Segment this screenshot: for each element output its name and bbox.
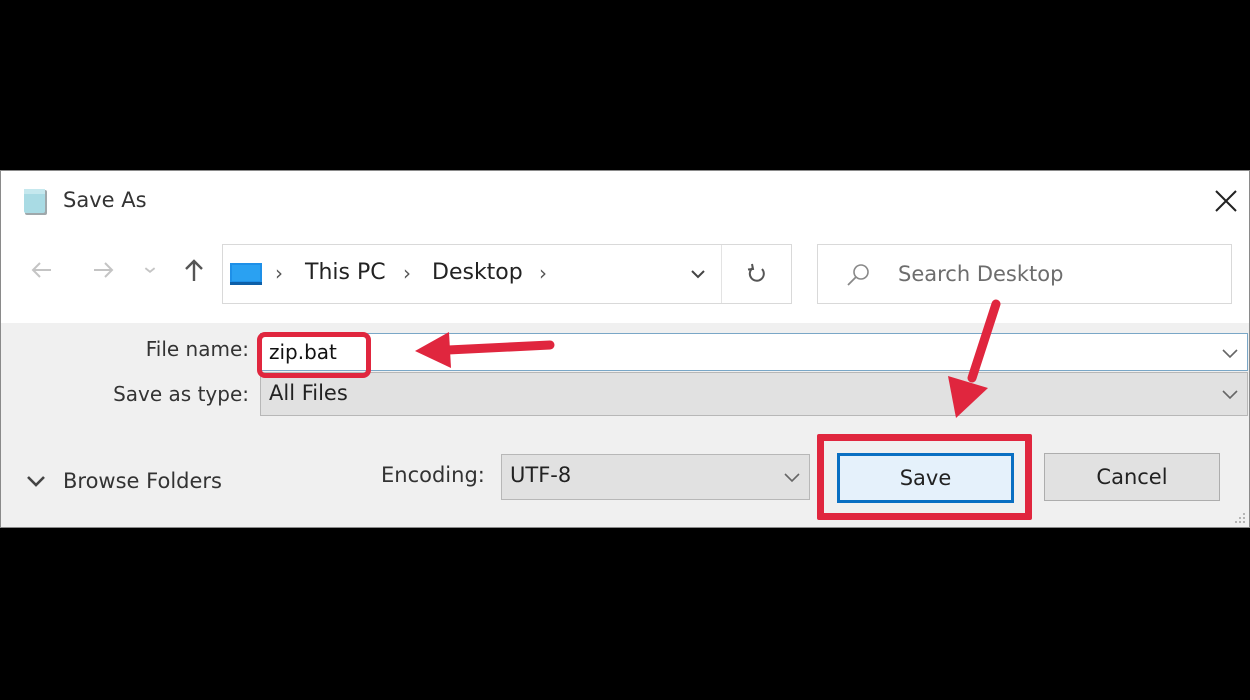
chevron-down-icon <box>784 473 800 483</box>
encoding-select[interactable]: UTF-8 <box>501 454 810 500</box>
encoding-label: Encoding: <box>381 463 485 487</box>
save-as-dialog: Save As › This PC › Desktop › Search Des… <box>0 170 1250 528</box>
close-icon <box>1215 190 1237 212</box>
refresh-icon <box>747 263 765 282</box>
back-button[interactable] <box>27 255 57 285</box>
breadcrumb-separator: › <box>275 261 283 285</box>
address-history-dropdown[interactable] <box>675 245 721 303</box>
save-button[interactable]: Save <box>837 453 1014 503</box>
search-input[interactable] <box>898 257 1218 291</box>
address-bar[interactable]: › This PC › Desktop › <box>222 244 792 304</box>
browse-folders-toggle[interactable]: Browse Folders <box>23 463 222 499</box>
resize-grip-icon[interactable] <box>1233 511 1247 525</box>
dialog-header-area: Save As › This PC › Desktop › Search Des… <box>1 171 1249 323</box>
divider <box>721 245 722 303</box>
this-pc-icon <box>229 262 263 288</box>
chevron-down-icon <box>691 270 705 279</box>
chevron-down-icon[interactable] <box>1219 342 1241 364</box>
save-as-type-value: All Files <box>269 381 348 405</box>
breadcrumb-separator: › <box>403 261 411 285</box>
file-name-label: File name: <box>145 337 249 361</box>
chevron-down-icon <box>144 267 156 274</box>
arrow-up-icon <box>185 259 203 281</box>
refresh-button[interactable] <box>723 245 791 303</box>
recent-locations-button[interactable] <box>138 255 162 285</box>
browse-folders-label: Browse Folders <box>63 469 222 493</box>
chevron-down-icon <box>1222 390 1238 400</box>
search-icon <box>844 261 872 289</box>
cancel-button[interactable]: Cancel <box>1044 453 1220 501</box>
notepad-icon <box>21 187 51 217</box>
file-name-combobox[interactable] <box>260 333 1248 371</box>
save-as-type-select[interactable]: All Files <box>260 372 1248 416</box>
save-as-type-label: Save as type: <box>113 382 249 406</box>
dialog-title: Save As <box>63 188 147 212</box>
breadcrumb-desktop[interactable]: Desktop <box>432 260 523 285</box>
up-button[interactable] <box>179 255 209 285</box>
close-button[interactable] <box>1206 183 1246 219</box>
forward-button[interactable] <box>88 255 118 285</box>
arrow-left-icon <box>31 262 51 278</box>
breadcrumb-separator[interactable]: › <box>539 261 547 285</box>
search-box[interactable] <box>817 244 1232 304</box>
file-name-input[interactable] <box>269 337 1169 367</box>
chevron-down-icon <box>27 476 45 487</box>
breadcrumb-this-pc[interactable]: This PC <box>305 260 386 285</box>
arrow-right-icon <box>94 262 114 278</box>
encoding-value: UTF-8 <box>510 463 572 487</box>
